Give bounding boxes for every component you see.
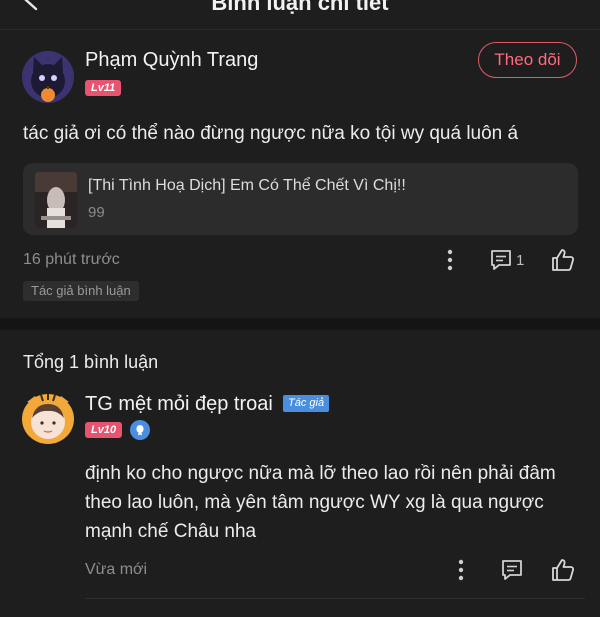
reply-button[interactable]	[488, 247, 514, 273]
comment-icon	[502, 560, 522, 580]
thumbs-up-icon	[552, 249, 575, 271]
more-vertical-icon	[458, 559, 464, 581]
book-card[interactable]: [Thi Tình Hoạ Dịch] Em Có Thể Chết Vì Ch…	[23, 163, 578, 235]
follow-button[interactable]: Theo dõi	[478, 42, 577, 78]
total-comments-label: Tổng 1 bình luận	[23, 352, 159, 372]
reply-like-button[interactable]	[549, 556, 577, 584]
reply-count: 1	[516, 252, 525, 269]
reply-level-badge: Lv10	[85, 422, 123, 438]
reply-text-line: định ko cho ngược nữa mà lỡ theo lao rồi…	[85, 463, 556, 484]
reply-text-line: theo lao luôn, mà yên tâm ngược WY xg là…	[85, 492, 544, 513]
comment-time: 16 phút trước	[23, 251, 120, 268]
author-comment-tag: Tác giả bình luận	[23, 281, 139, 301]
more-options-button[interactable]	[440, 247, 460, 273]
divider	[85, 598, 585, 599]
reply-text-line: mạnh chế Châu nha	[85, 521, 257, 542]
cat-avatar-icon	[22, 51, 74, 103]
tiger-frame-avatar-icon	[22, 394, 74, 444]
author-badge: Tác giả	[283, 395, 330, 412]
thumbs-up-icon	[552, 559, 575, 581]
reply-user-name[interactable]: TG mệt mỏi đẹp troai	[85, 392, 273, 416]
reply-time: Vừa mới	[85, 561, 148, 578]
book-cover-image	[35, 172, 77, 228]
user-name[interactable]: Phạm Quỳnh Trang	[85, 48, 258, 72]
like-button[interactable]	[549, 246, 577, 274]
more-vertical-icon	[447, 249, 453, 271]
avatar[interactable]	[22, 51, 74, 103]
book-title: [Thi Tình Hoạ Dịch] Em Có Thể Chết Vì Ch…	[88, 177, 406, 194]
header-bar: Bình luận chi tiết	[0, 0, 600, 30]
reply-avatar[interactable]	[21, 392, 75, 446]
reply-more-options-button[interactable]	[451, 557, 471, 583]
comment-icon	[491, 250, 511, 270]
reply-comment-button[interactable]	[499, 557, 525, 583]
section-divider	[0, 318, 600, 330]
level-badge: Lv11	[85, 80, 122, 96]
page-title: Bình luận chi tiết	[211, 0, 389, 15]
comment-text: tác giả ơi có thể nào đừng ngược nữa ko …	[23, 123, 519, 144]
verified-icon	[130, 420, 150, 440]
book-subtitle: 99	[88, 204, 105, 221]
